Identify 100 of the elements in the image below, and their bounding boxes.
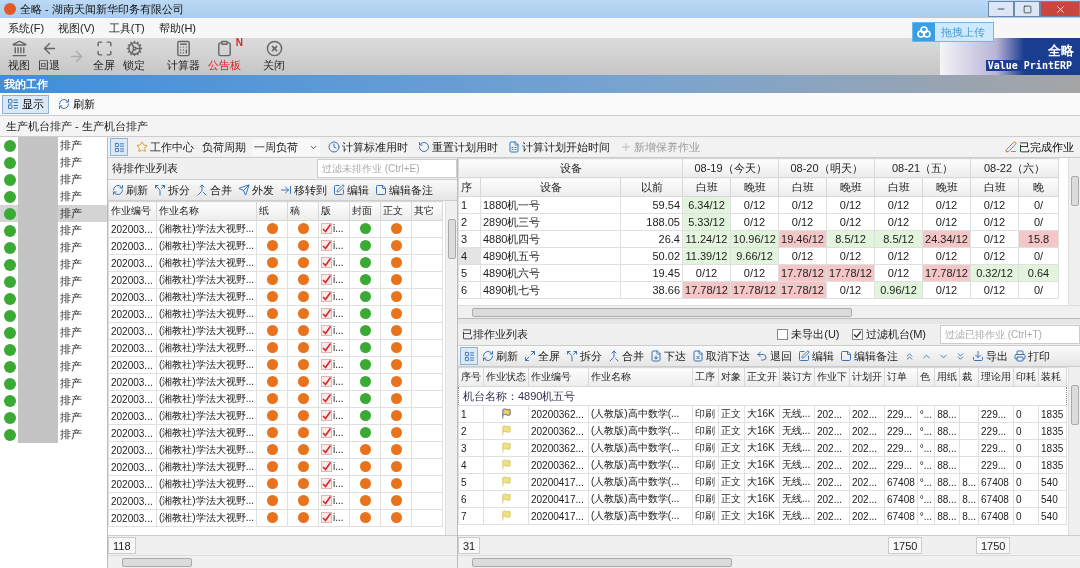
table-cell: °...	[917, 405, 935, 423]
scrollbar[interactable]	[458, 555, 1080, 568]
column-header[interactable]: 作业名称	[588, 367, 693, 387]
scrollbar[interactable]	[1068, 367, 1080, 535]
toolbar-button[interactable]: 编辑	[796, 348, 836, 364]
table-cell: (人教版)高中数学(...	[588, 473, 693, 491]
filter-field[interactable]: 过滤已排作业 (Ctrl+T)	[940, 325, 1080, 344]
arrow-icon	[280, 184, 292, 196]
view-button[interactable]: 显示	[2, 94, 49, 114]
toolbar-button[interactable]: 锁定	[119, 40, 149, 73]
table-cell: 0	[1013, 456, 1039, 474]
toolbar-button[interactable]: 合并	[606, 348, 646, 364]
toolbar-button[interactable]: 拆分	[152, 182, 192, 198]
toolbar-button[interactable]: 移转到	[278, 182, 329, 198]
menu-item[interactable]: 工具(T)	[108, 20, 145, 36]
menu-item[interactable]: 视图(V)	[58, 20, 95, 36]
menu-item[interactable]: 系统(F)	[8, 20, 45, 36]
maximize-button[interactable]	[1014, 1, 1040, 17]
table-cell: 229...	[978, 456, 1014, 474]
list-view-button[interactable]	[110, 138, 128, 156]
toolbar-button[interactable]: 回退	[34, 40, 64, 73]
group-row[interactable]: 机台名称：4890机五号	[458, 386, 1067, 406]
toolbar-button[interactable]: 编辑备注	[838, 348, 900, 364]
toolbar-button[interactable]: 外发	[236, 182, 276, 198]
plate-text: i...	[333, 460, 344, 472]
close-button[interactable]	[1040, 1, 1080, 17]
column-header[interactable]: 装订方	[779, 367, 815, 387]
toolbar-button[interactable]: N 公告板	[204, 40, 245, 73]
machine-item[interactable]: 排产	[0, 205, 107, 222]
toolbar-button[interactable]: 全屏	[89, 40, 119, 73]
table-cell: 38.66	[620, 281, 683, 299]
menu-item[interactable]: 帮助(H)	[158, 20, 197, 36]
toolbar-button[interactable]: 计算计划开始时间	[506, 139, 612, 155]
toolbar-button[interactable]: 视图	[4, 40, 34, 73]
toolbar-button[interactable]: 重置计划用时	[416, 139, 500, 155]
scrollbar[interactable]	[108, 555, 457, 568]
minimize-button[interactable]	[988, 1, 1014, 17]
column-header[interactable]: 理论用	[978, 367, 1014, 387]
checkbox[interactable]: 未导出(U)	[777, 327, 840, 342]
column-header[interactable]: 作业状态	[483, 367, 529, 387]
table-cell: 0/	[1018, 196, 1059, 214]
column-header[interactable]: 版	[318, 201, 350, 221]
scrollbar[interactable]	[445, 201, 457, 535]
column-header[interactable]: 工序	[692, 367, 719, 387]
column-header[interactable]: 正文开	[744, 367, 780, 387]
column-header[interactable]: 稿	[287, 201, 319, 221]
table-cell: (湘教社)学法大视野...	[156, 492, 257, 510]
table-cell: (湘教社)学法大视野...	[156, 424, 257, 442]
table-cell: 202003...	[108, 458, 157, 476]
column-header[interactable]: 作业编号	[108, 201, 157, 221]
table-cell: 20200417...	[528, 490, 589, 508]
table-cell: 0/12	[970, 230, 1019, 248]
column-header[interactable]: 正文	[380, 201, 412, 221]
table-cell: 0/12	[922, 281, 971, 299]
toolbar-button[interactable]: 取消下达	[690, 348, 752, 364]
table-cell: °...	[917, 473, 935, 491]
toolbar-button[interactable]: 计算标准用时	[326, 139, 410, 155]
toolbar-button[interactable]: 下达	[648, 348, 688, 364]
table-cell: 202003...	[108, 492, 157, 510]
column-header[interactable]: 装耗	[1038, 367, 1067, 387]
column-header[interactable]: 印耗	[1013, 367, 1039, 387]
list-view-button[interactable]	[460, 347, 478, 365]
table-cell: °...	[917, 439, 935, 457]
toolbar-button[interactable]: 退回	[754, 348, 794, 364]
toolbar-button[interactable]: 导出	[970, 348, 1010, 364]
column-header[interactable]: 计划开	[849, 367, 885, 387]
toolbar-button[interactable]: 打印	[1012, 348, 1052, 364]
filter-field[interactable]: 过滤未排作业 (Ctrl+E)	[317, 159, 457, 178]
column-header[interactable]: 作业下	[814, 367, 850, 387]
column-header[interactable]: 纸	[256, 201, 288, 221]
checkbox[interactable]: 过滤机台(M)	[851, 327, 926, 342]
toolbar-button[interactable]: 合并	[194, 182, 234, 198]
toolbar-button[interactable]: 编辑	[331, 182, 371, 198]
column-header[interactable]: 订单	[884, 367, 918, 387]
column-header[interactable]: 其它	[411, 201, 443, 221]
table-cell: 0/12	[874, 196, 923, 214]
window-title: 全略 - 湖南天闻新华印务有限公司	[20, 1, 184, 17]
load-period-select[interactable]: 一周负荷	[252, 138, 320, 156]
work-center-button[interactable]: 工作中心	[134, 139, 196, 155]
toolbar-button[interactable]: 计算器	[163, 40, 204, 73]
column-header: 08-21（五）	[874, 158, 971, 178]
table-cell: 大16K	[744, 473, 780, 491]
table-cell: (湘教社)学法大视野...	[156, 288, 257, 306]
column-header[interactable]: 用纸	[934, 367, 960, 387]
view-button[interactable]: 刷新	[53, 94, 100, 114]
toolbar-button[interactable]: 拆分	[564, 348, 604, 364]
column-header[interactable]: 作业编号	[528, 367, 589, 387]
maximize-icon	[95, 40, 113, 57]
column-header[interactable]: 封面	[349, 201, 381, 221]
completed-button[interactable]: 已完成作业	[999, 138, 1080, 156]
scrollbar[interactable]	[458, 305, 1080, 318]
toolbar-button[interactable]: 关闭	[259, 40, 289, 73]
scrollbar[interactable]	[1068, 158, 1080, 305]
toolbar-button[interactable]: 刷新	[480, 348, 520, 364]
toolbar-button[interactable]: 刷新	[110, 182, 150, 198]
column-header[interactable]: 对象	[718, 367, 745, 387]
column-header[interactable]: 序号	[458, 367, 484, 387]
toolbar-button[interactable]: 全屏	[522, 348, 562, 364]
column-header[interactable]: 作业名称	[156, 201, 257, 221]
toolbar-button[interactable]: 编辑备注	[373, 182, 435, 198]
